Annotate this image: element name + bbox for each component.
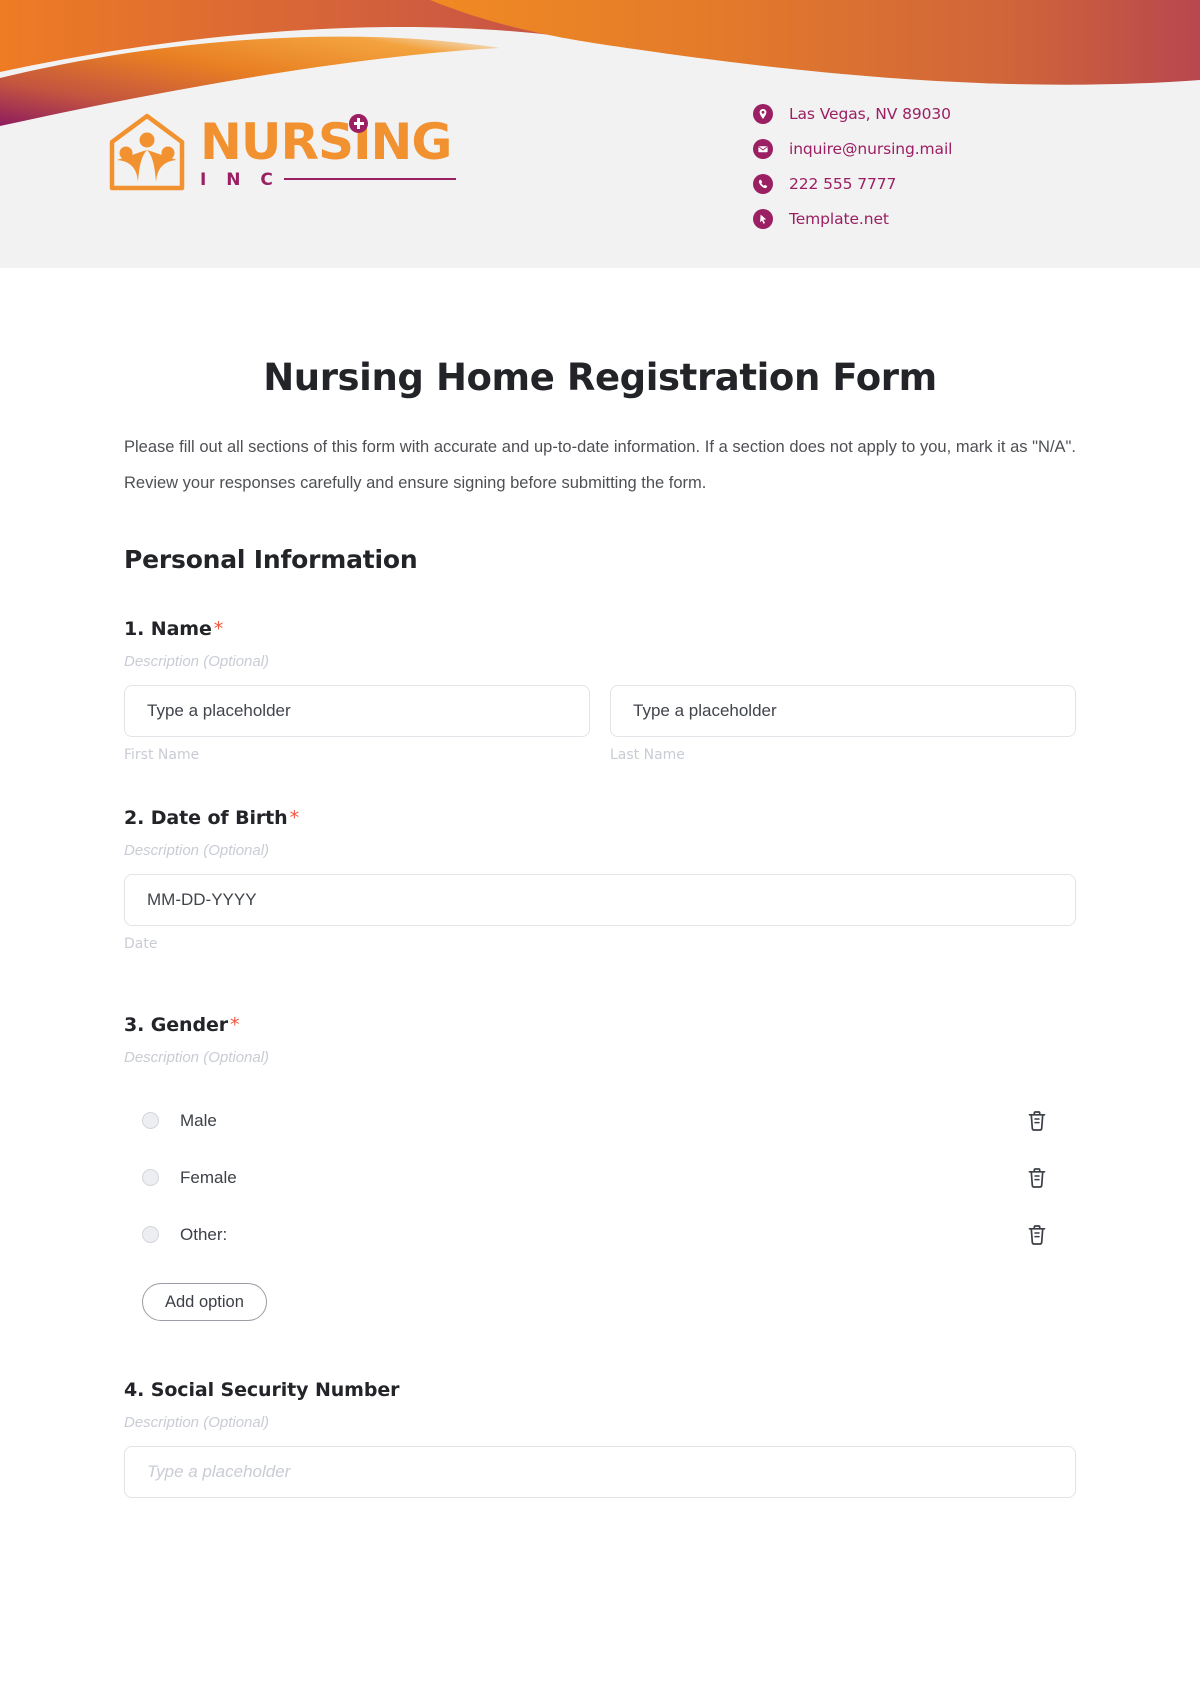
required-asterisk: * [230,1014,240,1036]
cursor-arrow-icon [753,208,773,229]
radio-male[interactable] [142,1112,159,1129]
question-label: 3. Gender * [124,1014,1076,1036]
question-label: 4. Social Security Number [124,1379,1076,1401]
question-title: Name [150,618,212,640]
radio-female[interactable] [142,1169,159,1186]
header-wave-decoration [0,0,1200,126]
location-pin-icon [753,103,773,124]
trash-icon[interactable] [1026,1223,1048,1247]
page-header: NURSING I N C Las Vegas, NV 89030 inquir… [0,0,1200,268]
medical-cross-icon [349,114,368,133]
question-gender: 3. Gender * Description (Optional) Male F… [124,1014,1076,1321]
question-number: 2. [124,807,145,829]
question-number: 4. [124,1379,145,1401]
option-label-male: Male [180,1110,217,1130]
question-label: 2. Date of Birth * [124,807,1076,829]
contact-row-phone: 222 555 7777 [753,166,952,201]
question-name: 1. Name * Description (Optional) Type a p… [124,618,1076,763]
question-description: Description (Optional) [124,842,270,859]
question-date-of-birth: 2. Date of Birth * Description (Optional)… [124,807,1076,952]
social-security-number-input[interactable]: Type a placeholder [124,1446,1076,1498]
phone-icon [753,173,773,194]
question-number: 3. [124,1014,145,1036]
first-name-input[interactable]: Type a placeholder [124,685,590,737]
option-row-other[interactable]: Other: [124,1206,1076,1263]
contact-website-text: Template.net [789,209,889,228]
option-row-male[interactable]: Male [124,1092,1076,1149]
brand-logo: NURSING I N C [108,112,456,192]
required-asterisk: * [289,807,300,829]
last-name-input[interactable]: Type a placeholder [610,685,1076,737]
contact-info-list: Las Vegas, NV 89030 inquire@nursing.mail… [753,96,952,236]
question-title: Social Security Number [150,1379,400,1401]
question-title: Date of Birth [150,807,288,829]
option-label-female: Female [180,1167,237,1187]
radio-other[interactable] [142,1226,159,1243]
page-title: Nursing Home Registration Form [263,356,937,399]
gender-option-list: Male Female Other: [124,1092,1076,1263]
required-asterisk: * [213,618,224,640]
question-description: Description (Optional) [124,653,270,670]
option-row-female[interactable]: Female [124,1149,1076,1206]
brand-name: NURSING [200,113,452,171]
contact-row-address: Las Vegas, NV 89030 [753,96,952,131]
form-content: Nursing Home Registration Form Please fi… [0,356,1200,1498]
last-name-sublabel: Last Name [610,747,685,763]
contact-row-website: Template.net [753,201,952,236]
option-label-other: Other: [180,1224,228,1244]
contact-address-text: Las Vegas, NV 89030 [789,104,951,123]
question-label: 1. Name * [124,618,1076,640]
form-intro-text: Please fill out all sections of this for… [124,438,1076,492]
question-social-security-number: 4. Social Security Number Description (O… [124,1379,1076,1498]
house-with-people-icon [109,113,185,191]
section-heading-personal-information: Personal Information [124,545,418,574]
trash-icon[interactable] [1026,1109,1048,1133]
question-number: 1. [124,618,145,640]
contact-email-text: inquire@nursing.mail [789,139,953,158]
first-name-sublabel: First Name [124,747,200,763]
brand-underline [283,178,456,180]
date-sublabel: Date [124,936,158,952]
question-description: Description (Optional) [124,1049,270,1066]
add-option-button[interactable]: Add option [142,1283,267,1321]
question-title: Gender [150,1014,229,1036]
page-root: NURSING I N C Las Vegas, NV 89030 inquir… [0,0,1200,1700]
trash-icon[interactable] [1026,1166,1048,1190]
brand-suffix: I N C [200,170,280,190]
envelope-icon [753,138,773,159]
contact-phone-text: 222 555 7777 [789,174,897,193]
question-description: Description (Optional) [124,1414,270,1431]
date-of-birth-input[interactable]: MM-DD-YYYY [124,874,1076,926]
contact-row-email: inquire@nursing.mail [753,131,952,166]
